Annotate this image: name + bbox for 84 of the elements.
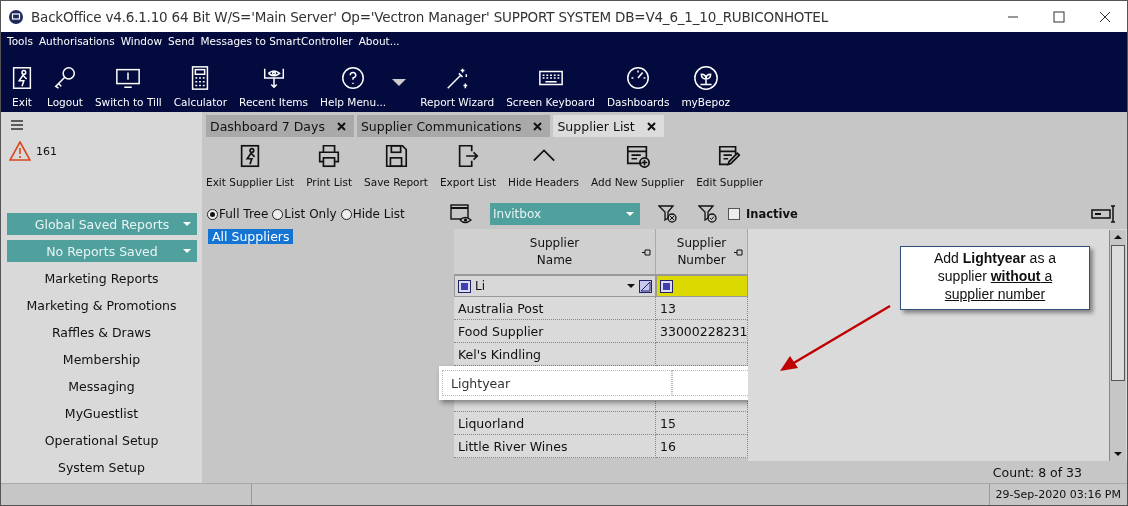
table-cell: Little River Wines bbox=[454, 435, 656, 458]
record-count: Count: 8 of 33 bbox=[992, 464, 1082, 480]
table-cell: 15 bbox=[656, 412, 748, 435]
table-cell: 13 bbox=[656, 297, 748, 320]
tab[interactable]: Dashboard 7 Days bbox=[206, 115, 354, 137]
add-document-icon bbox=[624, 143, 651, 169]
table-cell: Food Supplier bbox=[454, 320, 656, 343]
action-button[interactable]: Exit Supplier List bbox=[206, 143, 295, 195]
caret-icon[interactable] bbox=[627, 284, 635, 288]
menu-item[interactable]: Messages to SmartController bbox=[200, 35, 353, 49]
sidebar-item[interactable]: Raffles & Draws bbox=[1, 319, 202, 346]
filter-field[interactable]: Li bbox=[454, 275, 656, 297]
sidebar-item[interactable]: Messaging bbox=[1, 373, 202, 400]
toolbar-button[interactable]: Exit bbox=[3, 65, 41, 112]
sidebar-item[interactable]: Marketing & Promotions bbox=[1, 292, 202, 319]
menu-icon[interactable] bbox=[11, 120, 23, 130]
caret-icon[interactable] bbox=[392, 78, 407, 86]
radio-option[interactable]: Hide List bbox=[340, 207, 405, 221]
action-button[interactable]: Print List bbox=[306, 143, 353, 195]
tree-item[interactable]: All Suppliers bbox=[208, 229, 294, 244]
toolbar-button[interactable]: Recent Items bbox=[233, 65, 315, 112]
toolbar-button[interactable]: Screen Keyboard bbox=[500, 65, 601, 112]
close-icon[interactable] bbox=[336, 121, 346, 131]
scroll-bar[interactable] bbox=[1109, 230, 1126, 461]
toolbar-button[interactable]: Logout bbox=[41, 65, 89, 112]
pin-icon[interactable] bbox=[642, 249, 651, 256]
toolbar-button[interactable]: myBepoz bbox=[675, 65, 737, 112]
pin-icon[interactable] bbox=[734, 249, 743, 256]
toolbar-button[interactable]: Report Wizard bbox=[414, 65, 501, 112]
toolbar-button[interactable]: Switch to Till bbox=[88, 65, 168, 112]
action-button[interactable]: Hide Headers bbox=[508, 143, 580, 195]
sprout-icon bbox=[692, 65, 719, 91]
filter-icon[interactable] bbox=[639, 279, 652, 293]
warning-icon bbox=[9, 141, 31, 161]
close-icon[interactable] bbox=[533, 121, 543, 131]
menu-item[interactable]: About... bbox=[358, 35, 400, 49]
action-button[interactable]: Export List bbox=[439, 143, 497, 195]
table-cell: 33000228231 bbox=[656, 320, 748, 343]
table-cell: Liquorland bbox=[454, 412, 656, 435]
window-title: BackOffice v4.6.1.10 64 Bit W/S='Main Server' Op='Vectron Manager' SUPPORT SYSTEM DB=V4_6_1_10_RUBICONHOTEL bbox=[31, 8, 828, 25]
maximize-icon[interactable] bbox=[1053, 10, 1065, 23]
column-header[interactable]: Supplier Number bbox=[656, 229, 748, 274]
filter-mode-icon[interactable] bbox=[458, 279, 471, 293]
menu-item[interactable]: Window bbox=[120, 35, 163, 49]
caret-icon bbox=[183, 222, 191, 226]
tab[interactable]: Supplier List bbox=[553, 115, 664, 137]
monitor-icon bbox=[9, 9, 23, 24]
action-button[interactable]: Save Report bbox=[364, 143, 428, 195]
sidebar-item[interactable]: MyGuestlist bbox=[1, 400, 202, 427]
alert-count: 161 bbox=[36, 144, 57, 158]
caret-icon bbox=[183, 249, 191, 253]
table-cell: Australia Post bbox=[454, 297, 656, 320]
column-header[interactable]: Supplier Name bbox=[454, 229, 656, 274]
tab[interactable]: Supplier Communications bbox=[356, 115, 551, 137]
sidebar-item[interactable]: System Setup bbox=[1, 454, 202, 481]
radio-option[interactable]: List Only bbox=[272, 207, 337, 221]
menu-item[interactable]: Authorisations bbox=[38, 35, 115, 49]
apply-filter-icon[interactable] bbox=[698, 204, 718, 224]
sidebar-item[interactable]: Membership bbox=[1, 346, 202, 373]
toolbar-button[interactable]: Dashboards bbox=[600, 65, 676, 112]
filter-mode-icon[interactable] bbox=[660, 279, 673, 293]
status-datetime: 29-Sep-2020 03:16 PM bbox=[988, 484, 1127, 505]
sidebar-item[interactable]: Operational Setup bbox=[1, 427, 202, 454]
window-view-icon[interactable] bbox=[450, 204, 472, 224]
toolbar-button[interactable]: Help Menu... bbox=[314, 65, 393, 112]
toolbar-button[interactable]: Calculator bbox=[167, 65, 234, 112]
gauge-icon bbox=[625, 65, 652, 91]
radio-option[interactable]: Full Tree bbox=[207, 207, 269, 221]
help-icon bbox=[340, 65, 367, 91]
callout-note: Add Lightyear as a supplier without a supplier number bbox=[900, 246, 1090, 310]
close-icon[interactable] bbox=[646, 121, 656, 131]
table-cell: 16 bbox=[656, 435, 748, 458]
sidebar-item[interactable]: Marketing Reports bbox=[1, 265, 202, 292]
caret-icon bbox=[626, 212, 634, 216]
column-chooser-icon[interactable] bbox=[1091, 205, 1117, 223]
action-button[interactable]: Edit Supplier bbox=[696, 143, 764, 195]
action-button[interactable]: Add New Supplier bbox=[591, 143, 685, 195]
table-cell: Kel's Kindling bbox=[454, 343, 656, 366]
menu-item[interactable]: Tools bbox=[7, 35, 33, 49]
close-icon[interactable] bbox=[1099, 10, 1111, 23]
filter-field[interactable] bbox=[656, 275, 748, 297]
table-cell: Lightyear bbox=[442, 370, 672, 396]
clear-filter-icon[interactable] bbox=[658, 204, 678, 224]
menu-item[interactable]: Send bbox=[168, 35, 195, 49]
